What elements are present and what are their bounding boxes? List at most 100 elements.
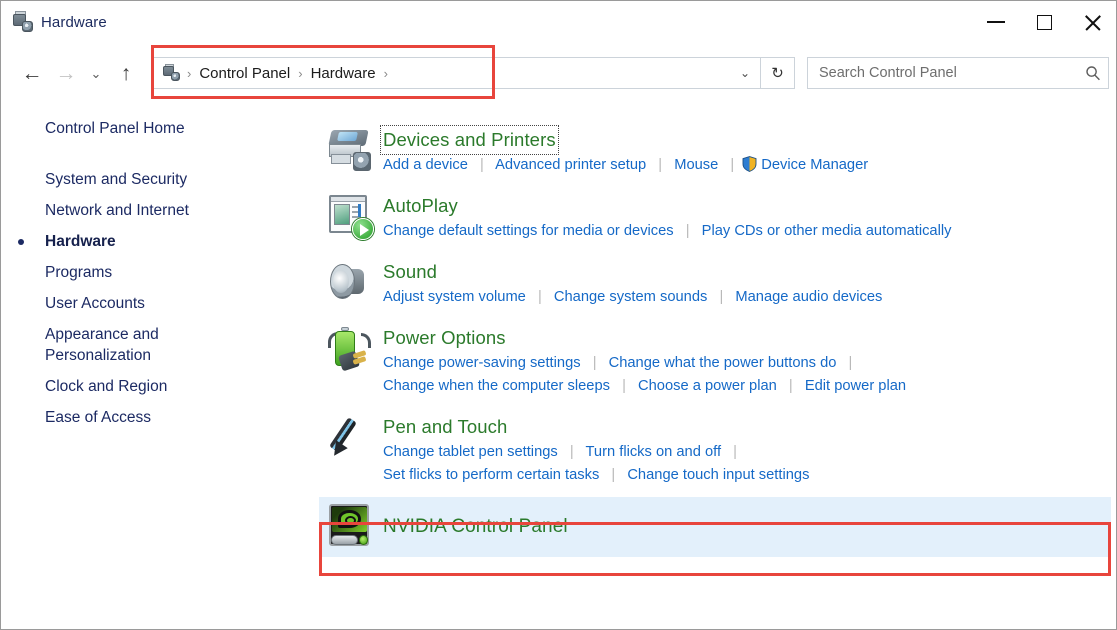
link-separator: | <box>725 441 745 464</box>
breadcrumb-item-control-panel[interactable]: Control Panel <box>194 65 295 82</box>
link-set-flicks-to-perform-certain-tasks[interactable]: Set flicks to perform certain tasks <box>383 467 599 483</box>
link-change-default-settings-for-media-or-devices[interactable]: Change default settings for media or dev… <box>383 223 674 239</box>
link-play-cds-or-other-media-automatically[interactable]: Play CDs or other media automatically <box>702 223 952 239</box>
minimize-button[interactable] <box>972 1 1020 43</box>
close-button[interactable] <box>1068 1 1116 43</box>
link-change-when-the-computer-sleeps[interactable]: Change when the computer sleeps <box>383 378 610 394</box>
search-input[interactable]: Search Control Panel <box>808 65 1078 81</box>
category-devices-and-printers: Devices and Printers Add a device | Adva… <box>319 121 1114 187</box>
sidebar-item-label: Control Panel Home <box>45 120 185 137</box>
category-title-power-options[interactable]: Power Options <box>383 326 506 350</box>
category-links-pen-and-touch-row-2: Set flicks to perform certain tasks | Ch… <box>383 464 1114 487</box>
pen-icon <box>327 414 373 460</box>
link-separator: | <box>472 154 492 177</box>
breadcrumb-separator-2[interactable]: › <box>381 66 391 81</box>
link-separator: | <box>781 375 801 398</box>
breadcrumb[interactable]: › Control Panel › Hardware › ⌄ <box>151 57 761 89</box>
link-device-manager[interactable]: Device Manager <box>761 157 868 173</box>
address-bar: ← → ⌄ ↑ › Control Panel › Hardware › ⌄ ↻… <box>1 43 1116 103</box>
link-change-power-saving-settings[interactable]: Change power-saving settings <box>383 355 581 371</box>
link-separator: | <box>614 375 634 398</box>
sidebar-item-label: Clock and Region <box>45 378 167 395</box>
window-title: Hardware <box>41 14 107 31</box>
category-title-autoplay[interactable]: AutoPlay <box>383 194 458 218</box>
link-adjust-system-volume[interactable]: Adjust system volume <box>383 289 526 305</box>
link-change-tablet-pen-settings[interactable]: Change tablet pen settings <box>383 444 558 460</box>
sidebar-item-hardware[interactable]: Hardware <box>1 226 301 257</box>
recent-locations-button[interactable]: ⌄ <box>83 56 109 90</box>
link-turn-flicks-on-and-off[interactable]: Turn flicks on and off <box>586 444 722 460</box>
link-separator: | <box>603 464 623 487</box>
category-links-sound: Adjust system volume | Change system sou… <box>383 286 1114 309</box>
category-autoplay: AutoPlay Change default settings for med… <box>319 187 1114 253</box>
sidebar-item-programs[interactable]: Programs <box>1 257 301 288</box>
control-panel-window: Hardware ← → ⌄ ↑ › Control Panel › Hardw… <box>0 0 1117 630</box>
category-title-sound[interactable]: Sound <box>383 260 437 284</box>
link-separator: | <box>711 286 731 309</box>
category-pen-and-touch: Pen and Touch Change tablet pen settings… <box>319 408 1114 497</box>
uac-shield-icon <box>742 156 757 172</box>
up-button[interactable]: ↑ <box>109 56 143 90</box>
category-links-power-options-row-2: Change when the computer sleeps | Choose… <box>383 375 1114 398</box>
navigation-buttons: ← → ⌄ ↑ <box>1 56 143 90</box>
maximize-button[interactable] <box>1020 1 1068 43</box>
category-links-autoplay: Change default settings for media or dev… <box>383 220 1114 243</box>
sidebar-item-label: User Accounts <box>45 295 145 312</box>
category-title-devices-and-printers[interactable]: Devices and Printers <box>383 128 556 152</box>
link-separator: | <box>585 352 605 375</box>
chevron-down-icon[interactable]: ⌄ <box>730 58 760 88</box>
link-mouse[interactable]: Mouse <box>674 157 718 173</box>
link-separator: | <box>678 220 698 243</box>
breadcrumb-separator-1: › <box>295 66 305 81</box>
title-bar: Hardware <box>1 1 1116 43</box>
link-separator: | <box>841 352 861 375</box>
link-manage-audio-devices[interactable]: Manage audio devices <box>735 289 882 305</box>
category-power-options: Power Options Change power-saving settin… <box>319 319 1114 408</box>
link-add-a-device[interactable]: Add a device <box>383 157 468 173</box>
category-nvidia-control-panel[interactable]: NVIDIA Control Panel <box>319 497 1111 557</box>
link-separator: | <box>722 154 742 177</box>
link-change-what-the-power-buttons-do[interactable]: Change what the power buttons do <box>609 355 837 371</box>
forward-button: → <box>49 56 83 90</box>
sidebar: Control Panel Home System and Security N… <box>1 113 301 433</box>
category-title-nvidia-control-panel[interactable]: NVIDIA Control Panel <box>383 515 568 539</box>
sidebar-item-network-and-internet[interactable]: Network and Internet <box>1 195 301 226</box>
sidebar-item-appearance-and-personalization[interactable]: Appearance and Personalization <box>1 319 201 371</box>
window-controls <box>972 1 1116 43</box>
printer-device-icon <box>11 11 33 33</box>
link-separator: | <box>562 441 582 464</box>
link-change-touch-input-settings[interactable]: Change touch input settings <box>627 467 809 483</box>
sidebar-item-system-and-security[interactable]: System and Security <box>1 164 301 195</box>
link-edit-power-plan[interactable]: Edit power plan <box>805 378 906 394</box>
sidebar-item-user-accounts[interactable]: User Accounts <box>1 288 301 319</box>
category-links-pen-and-touch-row-1: Change tablet pen settings | Turn flicks… <box>383 441 1114 464</box>
link-advanced-printer-setup[interactable]: Advanced printer setup <box>495 157 646 173</box>
search-box[interactable]: Search Control Panel <box>807 57 1109 89</box>
link-choose-a-power-plan[interactable]: Choose a power plan <box>638 378 777 394</box>
sidebar-item-label: Ease of Access <box>45 409 151 426</box>
current-item-bullet-icon <box>18 239 24 245</box>
category-list: Devices and Printers Add a device | Adva… <box>319 121 1114 557</box>
breadcrumb-separator-0: › <box>184 66 194 81</box>
control-panel-icon <box>161 64 180 83</box>
power-options-icon <box>327 325 373 371</box>
back-button[interactable]: ← <box>15 56 49 90</box>
sidebar-item-label: Network and Internet <box>45 202 189 219</box>
sidebar-item-ease-of-access[interactable]: Ease of Access <box>1 402 301 433</box>
link-change-system-sounds[interactable]: Change system sounds <box>554 289 708 305</box>
devices-printers-icon <box>327 127 373 173</box>
link-separator: | <box>530 286 550 309</box>
sidebar-item-control-panel-home[interactable]: Control Panel Home <box>1 113 301 144</box>
search-icon[interactable] <box>1078 65 1108 81</box>
category-title-pen-and-touch[interactable]: Pen and Touch <box>383 415 507 439</box>
refresh-icon[interactable]: ↻ <box>761 57 795 89</box>
sidebar-item-label: Programs <box>45 264 112 281</box>
sidebar-item-label: System and Security <box>45 171 187 188</box>
sidebar-item-clock-and-region[interactable]: Clock and Region <box>1 371 301 402</box>
link-separator: | <box>650 154 670 177</box>
sound-icon <box>327 259 373 305</box>
category-sound: Sound Adjust system volume | Change syst… <box>319 253 1114 319</box>
category-links-power-options-row-1: Change power-saving settings | Change wh… <box>383 352 1114 375</box>
breadcrumb-item-hardware[interactable]: Hardware <box>306 65 381 82</box>
sidebar-item-label: Hardware <box>45 233 116 250</box>
